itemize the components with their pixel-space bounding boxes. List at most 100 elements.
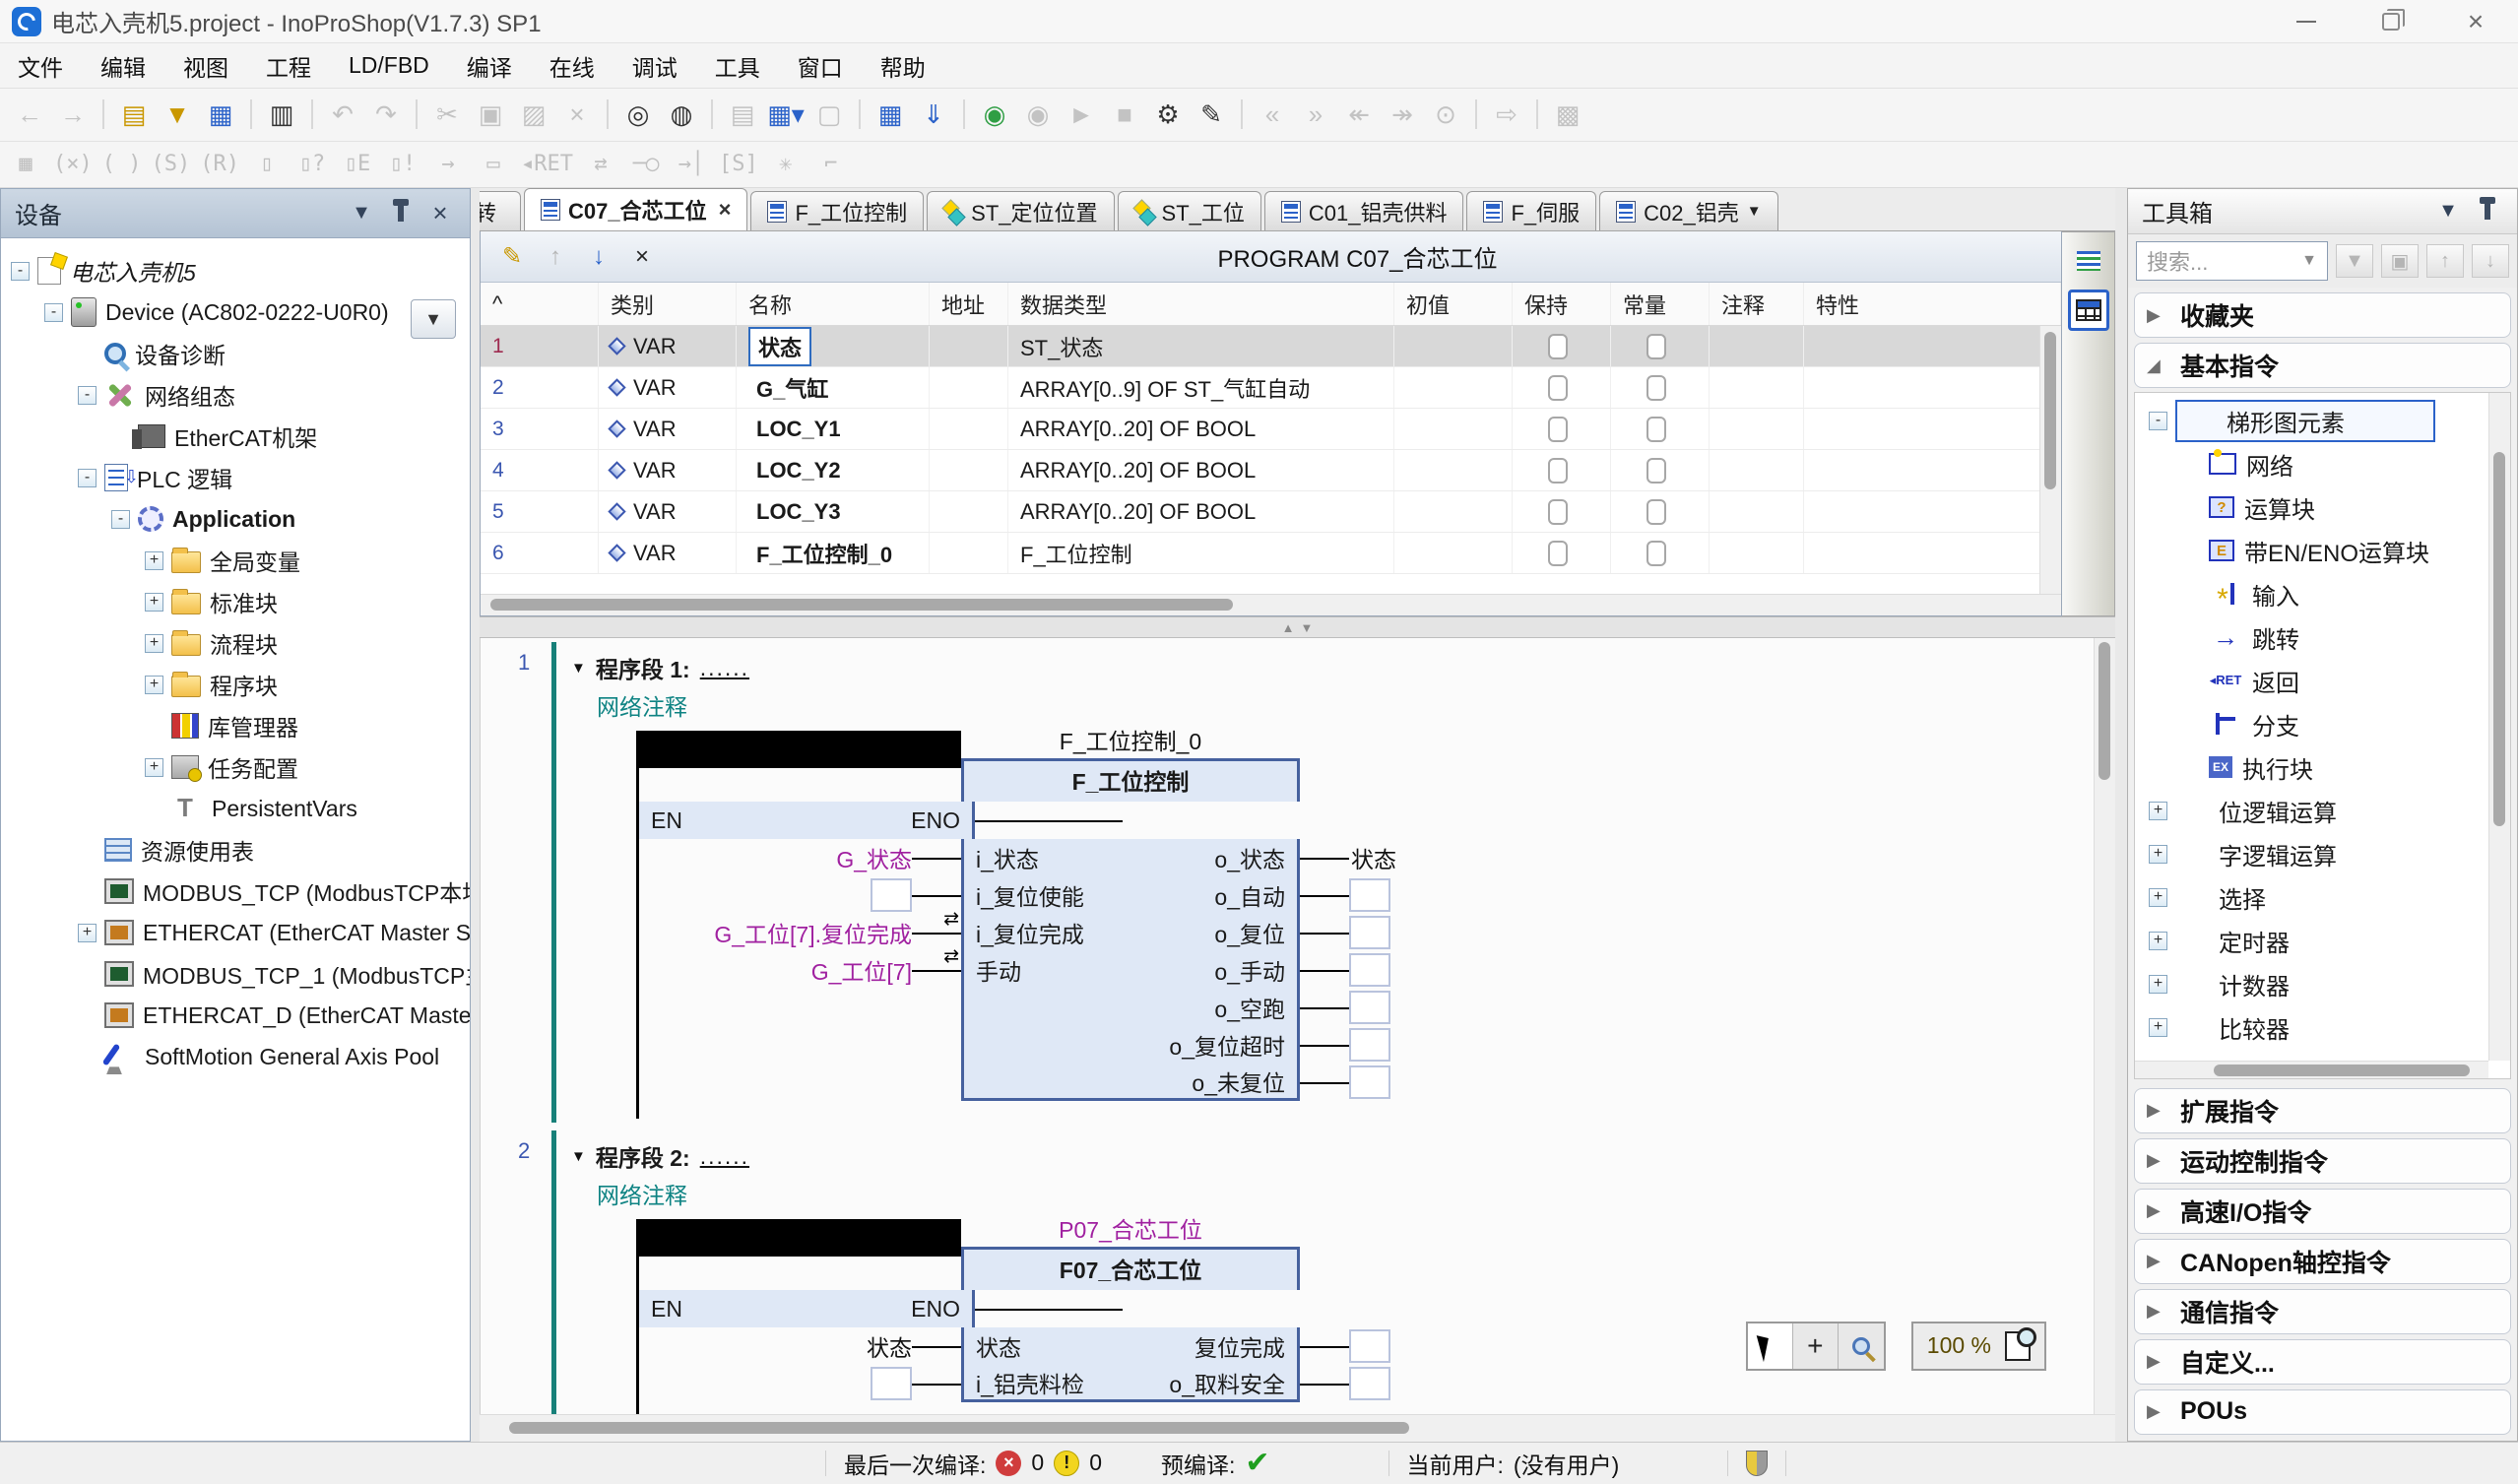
ld-toolbar-icon[interactable]: ─◯ (628, 146, 664, 183)
zoom-tool-button[interactable] (1839, 1323, 1884, 1369)
tree-expander[interactable] (2149, 412, 2167, 430)
tree-expander[interactable] (2149, 932, 2167, 950)
toolbox-search-input[interactable]: 搜索... ▼ (2136, 241, 2328, 281)
select-tool-button[interactable] (1748, 1323, 1793, 1369)
ld-toolbar-icon[interactable]: ▦ (8, 146, 43, 183)
tree-expander[interactable] (2149, 975, 2167, 994)
ld-toolbar-icon[interactable]: →│ (674, 146, 709, 183)
splitter-up-icon[interactable]: ▲ (1282, 620, 1295, 635)
build-icon[interactable]: ▦▾ (766, 94, 806, 135)
attributes-cell[interactable] (1804, 491, 2061, 532)
toolbox-item[interactable]: 网络 (2135, 442, 2510, 485)
name-cell[interactable]: LOC_Y1 (737, 409, 930, 449)
splitter-down-icon[interactable]: ▼ (1301, 620, 1314, 635)
table-hscrollbar[interactable] (481, 594, 2061, 615)
network-title-dots[interactable]: ...... (700, 1143, 749, 1170)
comment-cell[interactable] (1710, 409, 1804, 449)
paste-icon[interactable]: ▨ (514, 94, 553, 135)
toolbox-item[interactable]: E 带EN/ENO运算块 (2135, 529, 2510, 572)
input-operand[interactable]: G_工位[7] (811, 953, 912, 987)
initvalue-cell[interactable] (1394, 491, 1513, 532)
toolbox-item[interactable]: 分支 (2135, 702, 2510, 745)
toolbox-item[interactable]: 梯形图元素 (2135, 399, 2510, 442)
device-tree-item[interactable]: 任务配置 (1, 746, 470, 788)
jump-back-icon[interactable]: ↞ (1339, 94, 1379, 135)
toolbox-item[interactable]: 字逻辑运算 (2135, 832, 2510, 875)
initvalue-cell[interactable] (1394, 533, 1513, 573)
table-row[interactable]: 3 VAR LOC_Y1 ARRAY[0..20] OF BOOL (481, 409, 2061, 450)
retain-checkbox[interactable] (1548, 499, 1568, 525)
device-tree-item[interactable]: PersistentVars (1, 788, 470, 829)
stop-icon[interactable]: ■ (1105, 94, 1144, 135)
tree-expander[interactable] (2149, 1018, 2167, 1037)
constant-checkbox[interactable] (1646, 334, 1666, 359)
name-cell[interactable]: LOC_Y3 (737, 491, 930, 532)
ld-toolbar-icon[interactable]: → (430, 146, 466, 183)
retain-cell[interactable] (1513, 326, 1611, 366)
name-cell[interactable]: F_工位控制_0 (737, 533, 930, 573)
toolbox-folder-button[interactable]: ▼ (2336, 244, 2373, 278)
address-cell[interactable] (930, 491, 1008, 532)
device-tree-item[interactable]: 流程块 (1, 622, 470, 664)
fb-body[interactable]: 手动 o_手动 (961, 951, 1300, 989)
pan-tool-button[interactable]: + (1793, 1323, 1839, 1369)
toolbox-section[interactable]: ▶ 高速I/O指令 (2134, 1189, 2511, 1234)
address-cell[interactable] (930, 450, 1008, 490)
fb-body[interactable]: i_铝壳料检 o_取料安全 (961, 1365, 1300, 1402)
kind-cell[interactable]: VAR (599, 367, 737, 408)
empty-operand-box[interactable] (871, 878, 912, 912)
menu-item[interactable]: 编译 (467, 49, 512, 83)
table-corner[interactable]: ^ (481, 283, 599, 325)
device-tree-item[interactable]: Device (AC802-0222-U0R0) (1, 291, 470, 333)
constant-cell[interactable] (1611, 326, 1710, 366)
tree-expander[interactable] (145, 676, 163, 694)
tree-expander[interactable] (145, 758, 163, 777)
initvalue-cell[interactable] (1394, 450, 1513, 490)
kind-cell[interactable]: VAR (599, 533, 737, 573)
ladder-network-2[interactable]: 2 程序段 2: ...... 网络注释 P07_合芯工位 F07_合芯工位 (481, 1127, 2115, 1414)
network-title-dots[interactable]: ...... (700, 655, 749, 681)
empty-operand-box[interactable] (1349, 991, 1390, 1024)
toolbox-item[interactable]: ? 运算块 (2135, 485, 2510, 529)
attributes-cell[interactable] (1804, 326, 2061, 366)
empty-operand-box[interactable] (1349, 878, 1390, 912)
logout-icon[interactable]: ◉ (1018, 94, 1058, 135)
ld-toolbar-icon[interactable]: ⌐ (813, 146, 849, 183)
device-tree-item[interactable]: EtherCAT机架 (1, 416, 470, 457)
constant-cell[interactable] (1611, 450, 1710, 490)
tree-expander[interactable] (11, 262, 30, 281)
empty-operand-box[interactable] (1349, 1367, 1390, 1400)
tree-expander[interactable] (145, 551, 163, 570)
edit-online-icon[interactable]: ✎ (1192, 94, 1231, 135)
fb-body[interactable]: i_状态 o_状态 (961, 839, 1300, 876)
datatype-cell[interactable]: ST_状态 (1008, 326, 1394, 366)
table-row[interactable]: 4 VAR LOC_Y2 ARRAY[0..20] OF BOOL (481, 450, 2061, 491)
network-comment[interactable]: 网络注释 (597, 1176, 2115, 1211)
ld-toolbar-icon[interactable]: ◂RET (521, 146, 573, 183)
table-row[interactable]: 6 VAR F_工位控制_0 F_工位控制 (481, 533, 2061, 574)
ld-toolbar-icon[interactable]: ▯! (385, 146, 420, 183)
sep[interactable] (859, 99, 861, 129)
constant-checkbox[interactable] (1646, 499, 1666, 525)
empty-operand-box[interactable] (1349, 916, 1390, 949)
device-tree-item[interactable]: 程序块 (1, 664, 470, 705)
attributes-cell[interactable] (1804, 450, 2061, 490)
kind-cell[interactable]: VAR (599, 409, 737, 449)
compile-list-icon[interactable]: ▤ (723, 94, 762, 135)
sep[interactable] (963, 99, 965, 129)
address-cell[interactable] (930, 409, 1008, 449)
constant-cell[interactable] (1611, 533, 1710, 573)
tab-close-icon[interactable]: × (719, 197, 732, 223)
print-icon[interactable]: ▥ (262, 94, 301, 135)
cut-icon[interactable]: ✂ (427, 94, 467, 135)
section-favorites[interactable]: ▶ 收藏夹 (2134, 292, 2511, 338)
input-operand[interactable]: G_状态 (836, 841, 912, 874)
retain-cell[interactable] (1513, 491, 1611, 532)
toolbox-section[interactable]: ▶ 通信指令 (2134, 1289, 2511, 1334)
tree-expander[interactable] (44, 303, 63, 322)
device-tree-item[interactable]: SoftMotion General Axis Pool (1, 1036, 470, 1077)
tree-expander[interactable] (2149, 802, 2167, 820)
fb-body[interactable]: o_空跑 (961, 989, 1300, 1026)
col-address[interactable]: 地址 (930, 283, 1008, 325)
col-comment[interactable]: 注释 (1710, 283, 1804, 325)
